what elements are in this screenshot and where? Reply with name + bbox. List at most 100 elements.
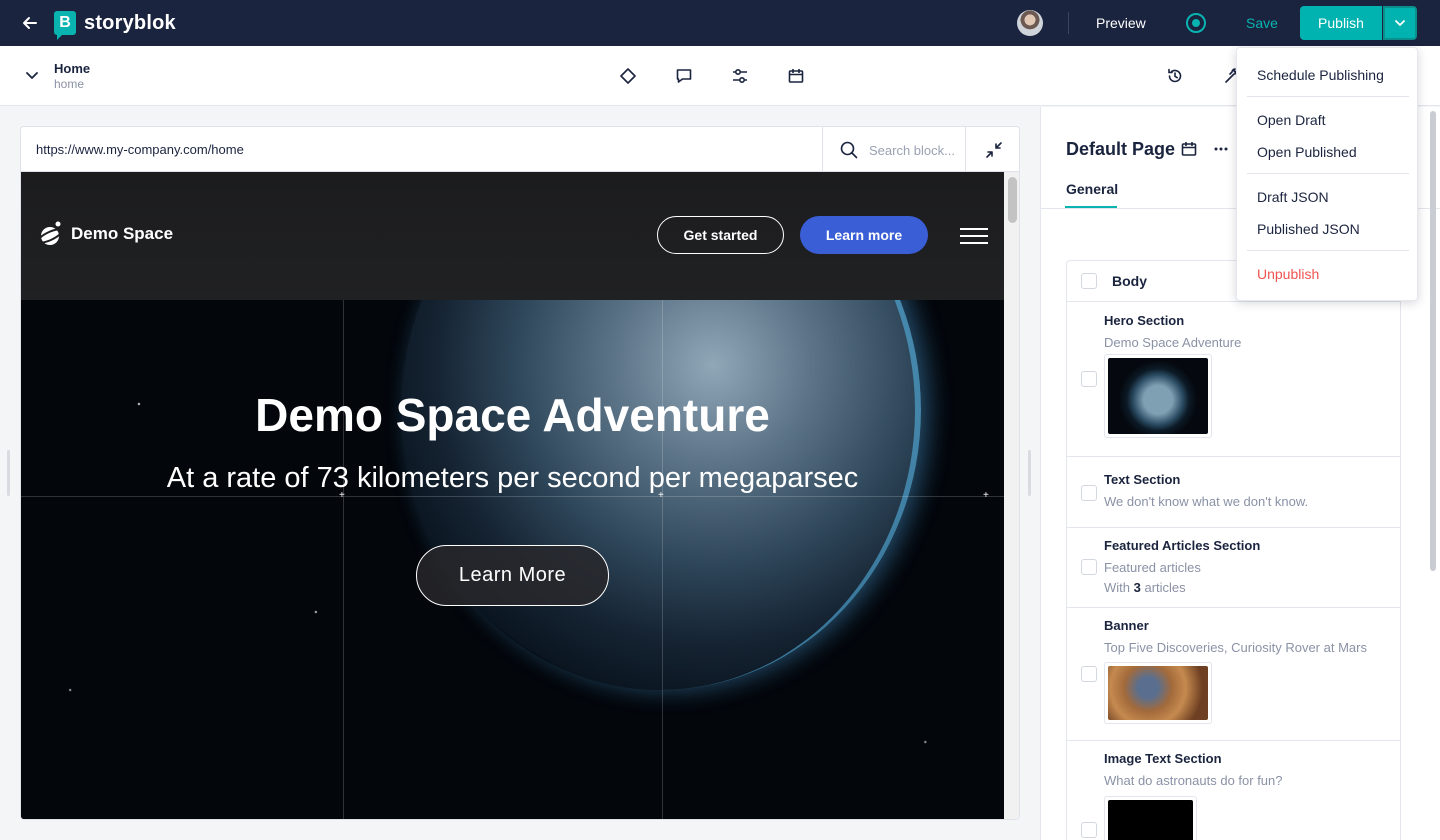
planet-icon [37, 221, 63, 245]
menu-item-draft-json[interactable]: Draft JSON [1257, 189, 1329, 205]
mars-image [1108, 666, 1208, 720]
blok-text-section[interactable]: Text Section We don't know what we don't… [1067, 456, 1400, 528]
schedule-tool-button[interactable] [786, 66, 806, 86]
hero-subtitle: At a rate of 73 kilometers per second pe… [166, 462, 859, 494]
blok-checkbox[interactable] [1081, 822, 1097, 838]
blok-image-text-section[interactable]: Image Text Section What do astronauts do… [1067, 740, 1400, 840]
blok-thumbnail [1104, 796, 1197, 840]
app-logo[interactable]: B storyblok [54, 11, 176, 40]
site-logo[interactable]: Demo Space [37, 220, 173, 248]
blok-checkbox[interactable] [1081, 666, 1097, 682]
preview-url-bar: https://www.my-company.com/home [21, 127, 1019, 172]
story-title: Home [54, 61, 91, 76]
blok-hero-section[interactable]: Hero Section Demo Space Adventure [1067, 301, 1400, 457]
select-all-checkbox[interactable] [1081, 273, 1097, 289]
get-started-button[interactable]: Get started [657, 216, 784, 254]
tab-general[interactable]: General [1066, 181, 1118, 197]
block-search-input[interactable] [869, 140, 957, 160]
save-button[interactable]: Save [1246, 15, 1278, 31]
preview-scrollbar[interactable] [1004, 172, 1019, 819]
blok-description: Top Five Discoveries, Curiosity Rover at… [1104, 640, 1367, 655]
grid-guide [343, 300, 344, 819]
count-suffix: articles [1140, 580, 1186, 595]
blok-description: Demo Space Adventure [1104, 335, 1242, 350]
comment-icon [676, 69, 692, 83]
left-resize-handle[interactable] [7, 450, 10, 496]
settings-tool-button[interactable] [730, 66, 750, 86]
blok-description: We don't know what we don't know. [1104, 494, 1309, 509]
menu-item-open-published[interactable]: Open Published [1257, 144, 1357, 160]
topbar-divider [1068, 12, 1069, 34]
url-separator [822, 127, 823, 172]
menu-divider [1247, 173, 1409, 174]
search-icon [839, 140, 859, 160]
blok-checkbox[interactable] [1081, 559, 1097, 575]
blok-checkbox[interactable] [1081, 485, 1097, 501]
site-logo-text: Demo Space [71, 224, 174, 243]
story-toolbar: Home home [0, 46, 1440, 106]
url-separator [965, 127, 966, 172]
chevron-down-icon [1395, 20, 1405, 26]
menu-item-published-json[interactable]: Published JSON [1257, 221, 1360, 237]
site-header: Demo Space Get started Learn more [21, 172, 1004, 300]
schedule-button[interactable] [1180, 140, 1198, 158]
menu-item-open-draft[interactable]: Open Draft [1257, 112, 1325, 128]
body-field: Body Hero Section Demo Space Adventure T… [1066, 260, 1401, 840]
more-options-button[interactable] [1212, 140, 1230, 158]
blok-description: Featured articles [1104, 560, 1201, 575]
diamond-icon [620, 68, 636, 84]
blok-name: Image Text Section [1104, 751, 1222, 766]
menu-item-unpublish[interactable]: Unpublish [1257, 266, 1319, 282]
blok-thumbnail [1104, 662, 1212, 724]
more-horizontal-icon [1214, 147, 1228, 151]
hero-learn-more-button[interactable]: Learn More [416, 545, 609, 606]
comments-tool-button[interactable] [674, 66, 694, 86]
count-prefix: With [1104, 580, 1134, 595]
calendar-icon [788, 69, 804, 83]
chevron-down-icon [26, 72, 38, 79]
history-icon [1168, 68, 1182, 83]
blocks-tool-button[interactable] [618, 66, 638, 86]
panel-resize-handle[interactable] [1028, 450, 1031, 496]
story-menu-toggle[interactable] [24, 67, 40, 83]
learn-more-button[interactable]: Learn more [800, 216, 928, 254]
blok-name: Hero Section [1104, 313, 1185, 328]
menu-item-schedule-publishing[interactable]: Schedule Publishing [1257, 67, 1384, 83]
site-preview: Demo Space Get started Learn more + + + … [21, 172, 1004, 819]
blok-featured-articles-section[interactable]: Featured Articles Section Featured artic… [1067, 527, 1400, 608]
publish-dropdown-menu: Schedule Publishing Open Draft Open Publ… [1236, 47, 1418, 301]
count-value: 3 [1133, 580, 1141, 595]
panel-scrollbar[interactable] [1429, 107, 1437, 577]
panel-title: Default Page [1066, 139, 1176, 159]
grid-guide [662, 300, 663, 819]
status-indicator-icon[interactable] [1186, 13, 1206, 33]
blok-name: Text Section [1104, 472, 1181, 487]
hero-title: Demo Space Adventure [255, 389, 770, 441]
back-button[interactable] [18, 11, 42, 35]
earth-image [1108, 358, 1208, 434]
blok-banner[interactable]: Banner Top Five Discoveries, Curiosity R… [1067, 607, 1400, 741]
blok-name: Featured Articles Section [1104, 538, 1261, 553]
astronaut-image [1108, 800, 1193, 840]
preview-button[interactable]: Preview [1096, 15, 1146, 31]
publish-options-toggle[interactable] [1383, 6, 1417, 40]
hamburger-menu-icon[interactable] [960, 228, 988, 244]
top-bar: B storyblok Preview Save Publish [0, 0, 1440, 46]
collapse-preview-button[interactable] [983, 139, 1005, 161]
preview-url[interactable]: https://www.my-company.com/home [36, 142, 244, 157]
storyblok-logo-icon: B [54, 11, 76, 40]
blok-thumbnail [1104, 354, 1212, 438]
history-button[interactable] [1165, 66, 1185, 86]
app-logo-text: storyblok [84, 11, 176, 34]
menu-divider [1247, 250, 1409, 251]
body-field-label: Body [1112, 273, 1147, 289]
collapse-icon [986, 142, 1002, 158]
avatar[interactable] [1017, 10, 1043, 36]
blok-checkbox[interactable] [1081, 371, 1097, 387]
hero-section[interactable]: + + + Demo Space Adventure At a rate of … [21, 300, 1004, 819]
menu-divider [1247, 96, 1409, 97]
blok-article-count: With 3 articles [1104, 580, 1186, 595]
blok-description: What do astronauts do for fun? [1104, 773, 1283, 788]
preview-scrollbar-thumb[interactable] [1008, 177, 1017, 223]
publish-button[interactable]: Publish [1300, 6, 1382, 40]
